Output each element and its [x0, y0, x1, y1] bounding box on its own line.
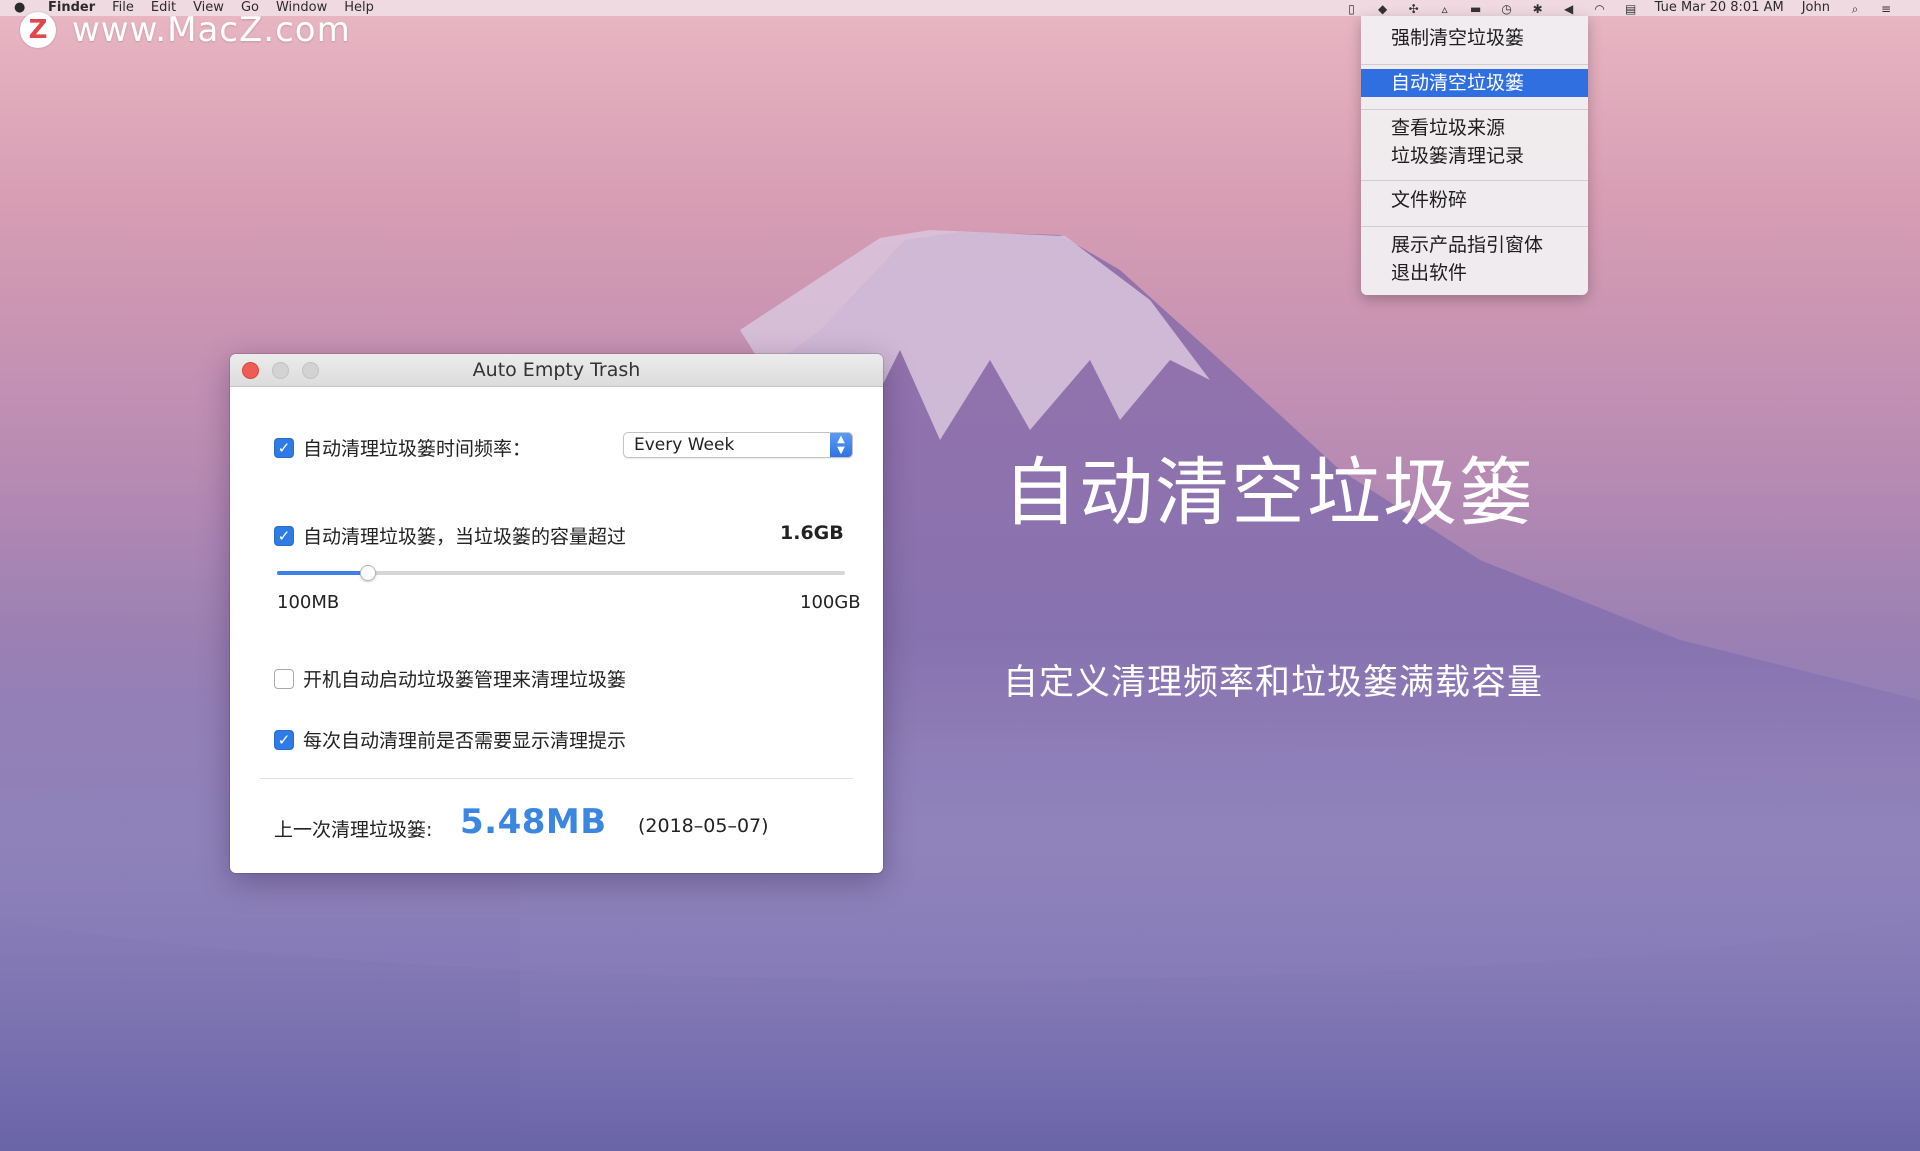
frequency-label: 自动清理垃圾篓时间频率： [303, 438, 532, 460]
frequency-selected-value: Every Week [634, 435, 735, 455]
menu-separator [1361, 226, 1588, 227]
last-clean-size: 5.48MB [460, 802, 607, 842]
chevron-up-down-icon[interactable]: ▲ ▼ [830, 433, 852, 457]
user-name[interactable]: John [1802, 0, 1830, 16]
time-machine-icon[interactable]: ◷ [1500, 2, 1514, 16]
frequency-select[interactable]: Every Week ▲ ▼ [623, 432, 853, 458]
menu-separator [1361, 64, 1588, 65]
volume-icon[interactable]: ◀ [1562, 2, 1576, 16]
macz-logo-icon: Z [20, 12, 56, 48]
dropbox-icon[interactable]: ✣ [1407, 2, 1421, 16]
status-dropdown-menu: 强制清空垃圾篓 自动清空垃圾篓 查看垃圾来源 垃圾篓清理记录 文件粉碎 展示产品… [1361, 16, 1588, 295]
input-source-icon[interactable]: ▤ [1624, 2, 1638, 16]
notification-center-icon[interactable]: ≡ [1879, 2, 1893, 16]
show-prompt-label: 每次自动清理前是否需要显示清理提示 [303, 730, 627, 752]
window-title: Auto Empty Trash [472, 359, 641, 381]
promo-title: 自动清空垃圾篓 [1003, 450, 1535, 536]
promo-subtitle: 自定义清理频率和垃圾篓满载容量 [1003, 663, 1544, 703]
last-clean-label: 上一次清理垃圾篓: [274, 819, 433, 841]
capacity-row: ✓ 自动清理垃圾篓，当垃圾篓的容量超过 [274, 522, 626, 549]
divider [260, 778, 853, 779]
capacity-label: 自动清理垃圾篓，当垃圾篓的容量超过 [303, 526, 627, 548]
menu-item-clean-history[interactable]: 垃圾篓清理记录 [1361, 142, 1588, 170]
menu-item-shred-files[interactable]: 文件粉碎 [1361, 186, 1588, 214]
clock[interactable]: Tue Mar 20 8:01 AM [1655, 0, 1784, 16]
frequency-row: ✓ 自动清理垃圾篓时间频率： [274, 434, 531, 461]
app-status-icon[interactable]: ◆ [1376, 2, 1390, 16]
menu-separator [1361, 180, 1588, 181]
menu-separator [1361, 109, 1588, 110]
spotlight-search-icon[interactable]: ⌕ [1848, 2, 1862, 16]
auto-empty-trash-window: Auto Empty Trash ✓ 自动清理垃圾篓时间频率： Every We… [230, 354, 883, 873]
menu-item-auto-empty[interactable]: 自动清空垃圾篓 [1361, 69, 1588, 97]
slider-max-label: 100GB [800, 592, 861, 613]
launch-at-login-row: 开机自动启动垃圾篓管理来清理垃圾篓 [274, 665, 626, 692]
frequency-checkbox[interactable]: ✓ [274, 437, 294, 458]
capacity-value: 1.6GB [780, 522, 844, 544]
slider-fill [277, 571, 368, 575]
launch-at-login-checkbox[interactable] [274, 668, 294, 689]
status-area: ▯ ◆ ✣ ▵ ▬ ◷ ✱ ◀ ◠ ▤ Tue Mar 20 8:01 AM J… [1345, 0, 1910, 16]
watermark-site: www.MacZ.com [72, 10, 351, 50]
bluetooth-icon[interactable]: ✱ [1531, 2, 1545, 16]
slider-min-label: 100MB [277, 592, 340, 613]
show-prompt-row: ✓ 每次自动清理前是否需要显示清理提示 [274, 726, 626, 753]
capacity-checkbox[interactable]: ✓ [274, 525, 294, 546]
capacity-slider[interactable] [277, 565, 845, 581]
menu-item-view-sources[interactable]: 查看垃圾来源 [1361, 114, 1588, 142]
menu-item-force-empty[interactable]: 强制清空垃圾篓 [1361, 24, 1588, 52]
last-clean-date: (2018–05–07) [638, 815, 769, 837]
watermark: Z www.MacZ.com [20, 10, 351, 50]
launch-at-login-label: 开机自动启动垃圾篓管理来清理垃圾篓 [303, 669, 627, 691]
slider-knob[interactable] [360, 565, 376, 581]
wifi-icon[interactable]: ◠ [1593, 2, 1607, 16]
menu-item-show-guide[interactable]: 展示产品指引窗体 [1361, 231, 1588, 259]
menu-item-quit[interactable]: 退出软件 [1361, 259, 1588, 287]
trash-status-icon[interactable]: ▯ [1345, 2, 1359, 16]
window-titlebar[interactable]: Auto Empty Trash [230, 354, 883, 387]
display-icon[interactable]: ▬ [1469, 2, 1483, 16]
airplay-icon[interactable]: ▵ [1438, 2, 1452, 16]
show-prompt-checkbox[interactable]: ✓ [274, 729, 294, 750]
